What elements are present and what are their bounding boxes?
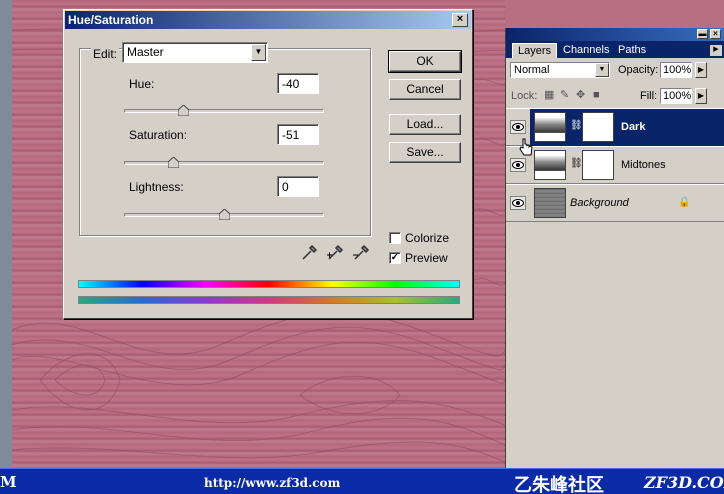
hand-cursor-icon [519, 138, 533, 156]
preview-label[interactable]: Preview [405, 251, 448, 265]
mask-thumbnail[interactable] [582, 150, 614, 180]
preview-checkbox[interactable]: ✓ [389, 252, 401, 264]
banner-chinese-text: 乙朱峰社区 [514, 475, 604, 494]
lightness-slider-thumb[interactable] [219, 209, 230, 220]
banner-brand: ZF3D.COM [644, 473, 724, 492]
hue-slider-thumb[interactable] [178, 105, 189, 116]
colorize-label[interactable]: Colorize [405, 231, 449, 245]
adjustment-thumbnail [534, 150, 566, 180]
eye-icon[interactable] [510, 196, 526, 210]
input-spectrum-bar [78, 280, 460, 288]
layer-name-area[interactable]: ⛓ Dark [530, 109, 724, 146]
layer-name: Background [570, 197, 629, 209]
layer-row-midtones[interactable]: ⛓ Midtones [506, 146, 724, 184]
eyedropper-minus-icon[interactable] [352, 244, 370, 262]
link-icon[interactable]: ⛓ [570, 158, 583, 172]
hue-label: Hue: [129, 77, 155, 91]
close-icon[interactable]: × [710, 29, 721, 39]
chevron-down-icon[interactable]: ▼ [595, 63, 609, 77]
dialog-titlebar[interactable]: Hue/Saturation × [65, 11, 471, 29]
edit-label: Edit: [91, 47, 120, 61]
lightness-label: Lightness: [129, 180, 184, 194]
panel-menu-icon[interactable]: ▶ [710, 45, 722, 56]
banner-url[interactable]: http://www.zf3d.com [204, 476, 340, 490]
layer-name-area[interactable]: Background 🔒 [530, 185, 724, 222]
adjustment-thumbnail [534, 112, 566, 142]
eyedropper-icon[interactable] [300, 244, 318, 262]
tab-paths[interactable]: Paths [613, 43, 651, 58]
banner-left-text: M [0, 473, 17, 491]
tab-channels[interactable]: Channels [558, 43, 614, 58]
opacity-input[interactable]: 100% [660, 62, 692, 78]
layer-row-background[interactable]: Background 🔒 [506, 184, 724, 222]
layer-name: Dark [621, 121, 646, 133]
layer-thumbnail [534, 188, 566, 218]
hue-saturation-dialog: Hue/Saturation × Edit: Master ▼ Hue: -40… [63, 9, 473, 319]
saturation-label: Saturation: [129, 128, 188, 142]
close-icon[interactable]: × [452, 13, 468, 27]
fill-slider-arrow[interactable]: ▶ [695, 88, 707, 104]
eye-icon[interactable] [510, 158, 526, 172]
mask-thumbnail[interactable] [582, 112, 614, 142]
layer-name: Midtones [621, 159, 666, 171]
chevron-down-icon[interactable]: ▼ [251, 44, 266, 61]
blend-mode-value: Normal [514, 64, 550, 76]
tab-layers[interactable]: Layers [512, 43, 558, 58]
dialog-title: Hue/Saturation [68, 13, 154, 27]
fill-input[interactable]: 100% [660, 88, 692, 104]
edit-select[interactable]: Master ▼ [122, 42, 268, 63]
save-button[interactable]: Save... [389, 142, 461, 163]
load-button[interactable]: Load... [389, 114, 461, 135]
lock-transparent-icon[interactable]: ▦ [544, 89, 556, 101]
ok-button[interactable]: OK [388, 50, 462, 73]
lock-icon: 🔒 [678, 197, 691, 208]
cancel-button[interactable]: Cancel [389, 79, 461, 100]
hue-input[interactable]: -40 [277, 73, 319, 94]
lightness-input[interactable]: 0 [277, 176, 319, 197]
panel-titlebar[interactable]: ▬ × [506, 28, 724, 41]
saturation-slider-track[interactable] [124, 161, 324, 165]
lock-brush-icon[interactable]: ✎ [560, 89, 572, 101]
blend-mode-select[interactable]: Normal ▼ [510, 62, 610, 78]
colorize-checkbox[interactable] [389, 232, 401, 244]
lock-label: Lock: [511, 90, 538, 102]
eye-icon[interactable] [510, 120, 526, 134]
panel-tabs: Layers Channels Paths ▶ [506, 41, 724, 58]
layer-row-dark[interactable]: ⛓ Dark [506, 108, 724, 146]
lock-all-icon[interactable]: ■ [593, 89, 605, 101]
minimize-icon[interactable]: ▬ [697, 29, 708, 39]
fill-label: Fill: [640, 90, 658, 102]
opacity-slider-arrow[interactable]: ▶ [695, 62, 707, 78]
link-icon[interactable]: ⛓ [570, 120, 583, 134]
layers-panel: ▬ × Layers Channels Paths ▶ Normal ▼ Opa… [505, 28, 724, 468]
layer-name-area[interactable]: ⛓ Midtones [530, 147, 724, 184]
saturation-input[interactable]: -51 [277, 124, 319, 145]
eyedropper-plus-icon[interactable] [326, 244, 344, 262]
edit-select-value: Master [127, 45, 164, 59]
lock-move-icon[interactable]: ✥ [576, 89, 588, 101]
adjustment-group-box [79, 48, 371, 236]
hue-slider-track[interactable] [124, 109, 324, 113]
bottom-banner: M http://www.zf3d.com 乙朱峰社区 ZF3D.COM [0, 468, 724, 494]
output-spectrum-bar [78, 296, 460, 304]
opacity-label: Opacity: [618, 64, 659, 76]
saturation-slider-thumb[interactable] [168, 157, 179, 168]
